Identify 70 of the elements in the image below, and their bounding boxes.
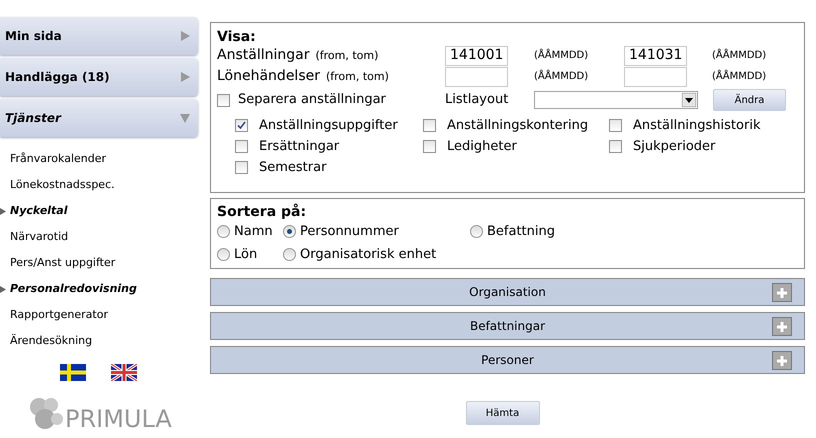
checkbox[interactable] bbox=[423, 119, 436, 132]
checkbox[interactable] bbox=[235, 140, 248, 153]
plus-icon[interactable] bbox=[772, 351, 792, 370]
radio-label: Personnummer bbox=[300, 222, 399, 241]
radio-button[interactable] bbox=[217, 248, 230, 261]
fetch-button[interactable]: Hämta bbox=[466, 401, 540, 425]
checkbox[interactable] bbox=[609, 119, 622, 132]
radio-label: Lön bbox=[234, 246, 258, 264]
checkbox-label: Semestrar bbox=[259, 158, 326, 177]
bullet-arrow-icon bbox=[0, 208, 6, 214]
radio-label: Namn bbox=[234, 222, 273, 241]
bullet-arrow-icon bbox=[0, 286, 6, 292]
swedish-flag-icon[interactable] bbox=[60, 364, 86, 381]
sidebar-section[interactable]: Min sida bbox=[0, 17, 198, 55]
sidebar-link[interactable]: Närvarotid bbox=[10, 228, 68, 246]
sidebar-link[interactable]: Ärendesökning bbox=[10, 332, 92, 350]
sidebar-link[interactable]: Rapportgenerator bbox=[10, 306, 108, 324]
sidebar-link[interactable]: Frånvarokalender bbox=[10, 150, 106, 168]
date-field[interactable]: 141031 bbox=[624, 46, 687, 66]
radio-button[interactable] bbox=[470, 225, 483, 238]
radio-button[interactable] bbox=[283, 225, 296, 238]
checkbox-label: Sjukperioder bbox=[633, 138, 716, 156]
checkbox-label: Anställningskontering bbox=[447, 116, 588, 135]
section-title: Visa: bbox=[217, 29, 257, 45]
checkbox-label: Separera anställningar bbox=[238, 91, 386, 110]
radio-button[interactable] bbox=[283, 248, 296, 261]
checkbox[interactable] bbox=[609, 140, 622, 153]
sidebar-section[interactable]: Handlägga (18) bbox=[0, 58, 198, 96]
field-label: Anställningar bbox=[217, 46, 310, 65]
sidebar-section[interactable]: Tjänster bbox=[0, 99, 198, 137]
sidebar-link[interactable]: Personalredovisning bbox=[10, 280, 137, 298]
checkbox[interactable] bbox=[235, 119, 248, 132]
dropdown-arrow-icon bbox=[682, 93, 696, 107]
caret-down-icon bbox=[180, 113, 190, 123]
date-field[interactable]: 141001 bbox=[445, 46, 508, 66]
collapsible-panel-header[interactable]: Personer bbox=[210, 346, 805, 374]
plus-icon[interactable] bbox=[772, 317, 792, 336]
field-note: (from, tom) bbox=[315, 48, 378, 64]
collapsible-panel-header[interactable]: Organisation bbox=[210, 278, 805, 306]
caret-right-icon bbox=[180, 31, 190, 41]
checkbox[interactable] bbox=[423, 140, 436, 153]
radio-label: Organisatorisk enhet bbox=[300, 246, 436, 264]
field-label: Listlayout bbox=[445, 91, 510, 110]
checkbox-label: Ledigheter bbox=[447, 138, 517, 156]
checkbox-label: Anställningshistorik bbox=[633, 116, 760, 135]
collapsible-panel-header[interactable]: Befattningar bbox=[210, 312, 805, 340]
caret-right-icon bbox=[180, 72, 190, 82]
field-note: (from, tom) bbox=[326, 69, 389, 85]
radio-button[interactable] bbox=[217, 225, 230, 238]
format-hint: (ÅÅMMDD) bbox=[712, 69, 766, 84]
field-label: Lönehändelser bbox=[217, 67, 320, 86]
british-flag-icon[interactable] bbox=[111, 364, 137, 381]
plus-icon[interactable] bbox=[772, 283, 792, 302]
checkbox[interactable] bbox=[217, 94, 230, 106]
checkbox-label: Ersättningar bbox=[259, 138, 340, 156]
layout-dropdown[interactable] bbox=[534, 91, 698, 109]
format-hint: (ÅÅMMDD) bbox=[712, 48, 766, 63]
radio-label: Befattning bbox=[487, 222, 555, 241]
sidebar-link[interactable]: Nyckeltal bbox=[10, 202, 68, 220]
format-hint: (ÅÅMMDD) bbox=[534, 69, 590, 84]
sidebar-link[interactable]: Lönekostnadsspec. bbox=[10, 176, 115, 194]
change-button[interactable]: Ändra bbox=[713, 89, 786, 111]
date-field[interactable] bbox=[445, 66, 508, 86]
checkbox[interactable] bbox=[235, 161, 248, 174]
format-hint: (ÅÅMMDD) bbox=[534, 48, 590, 63]
logo-text: PRIMULA bbox=[65, 407, 172, 431]
section-title: Sortera på: bbox=[217, 204, 308, 220]
sidebar-link[interactable]: Pers/Anst uppgifter bbox=[10, 254, 116, 272]
date-field[interactable] bbox=[624, 66, 687, 86]
checkbox-label: Anställningsuppgifter bbox=[259, 116, 398, 135]
